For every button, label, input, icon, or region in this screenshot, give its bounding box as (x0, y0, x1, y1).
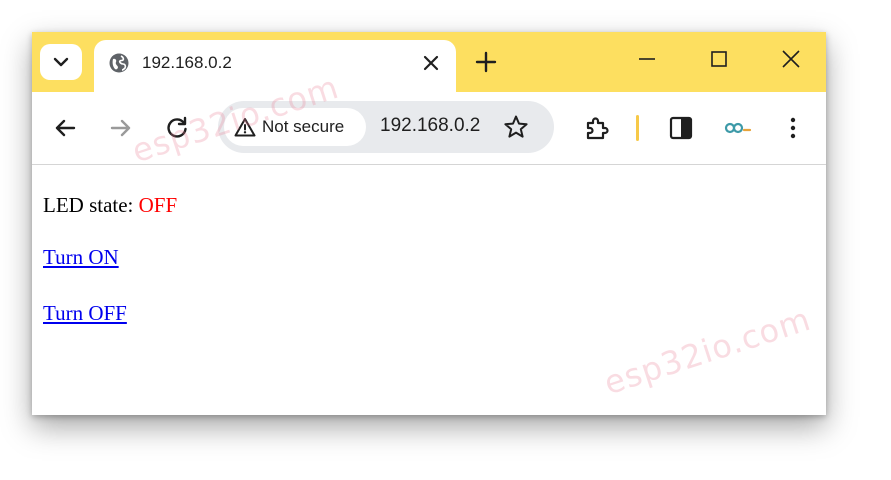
url-text[interactable]: 192.168.0.2 (380, 115, 480, 137)
close-window-icon[interactable] (780, 48, 802, 70)
security-chip[interactable]: Not secure (224, 108, 366, 146)
reload-icon[interactable] (164, 115, 190, 141)
turn-off-link[interactable]: Turn OFF (43, 301, 127, 326)
chevron-down-icon (53, 57, 69, 67)
tab-title: 192.168.0.2 (142, 53, 232, 72)
browser-toolbar: Not secure 192.168.0.2 (32, 92, 826, 165)
menu-kebab-icon[interactable] (780, 115, 806, 141)
security-label: Not secure (262, 117, 345, 136)
side-panel-icon[interactable] (668, 115, 694, 141)
arduino-extension-icon[interactable] (722, 115, 752, 141)
tab-search-button[interactable] (40, 44, 82, 80)
minimize-icon[interactable] (636, 48, 658, 70)
new-tab-icon[interactable] (474, 50, 498, 74)
extensions-icon[interactable] (584, 115, 610, 141)
toolbar-divider (636, 115, 639, 141)
led-label: LED state: (43, 193, 134, 217)
page-content: LED state: OFF Turn ON Turn OFF (32, 165, 826, 415)
forward-arrow-icon[interactable] (108, 115, 134, 141)
tab-active[interactable]: 192.168.0.2 (94, 40, 456, 96)
bookmark-star-icon[interactable] (503, 114, 529, 140)
turn-on-link[interactable]: Turn ON (43, 245, 119, 270)
back-arrow-icon[interactable] (52, 115, 78, 141)
address-bar[interactable]: Not secure 192.168.0.2 (218, 101, 554, 153)
led-status-line: LED state: OFF (43, 193, 177, 218)
maximize-icon[interactable] (708, 48, 730, 70)
warning-icon (234, 118, 256, 137)
tab-strip: 192.168.0.2 (32, 32, 826, 96)
globe-icon (109, 53, 129, 73)
close-tab-icon[interactable] (420, 52, 442, 74)
led-state-value: OFF (138, 193, 178, 217)
browser-window: 192.168.0.2 Not secure 192.168.0.2 LED s… (32, 32, 826, 415)
